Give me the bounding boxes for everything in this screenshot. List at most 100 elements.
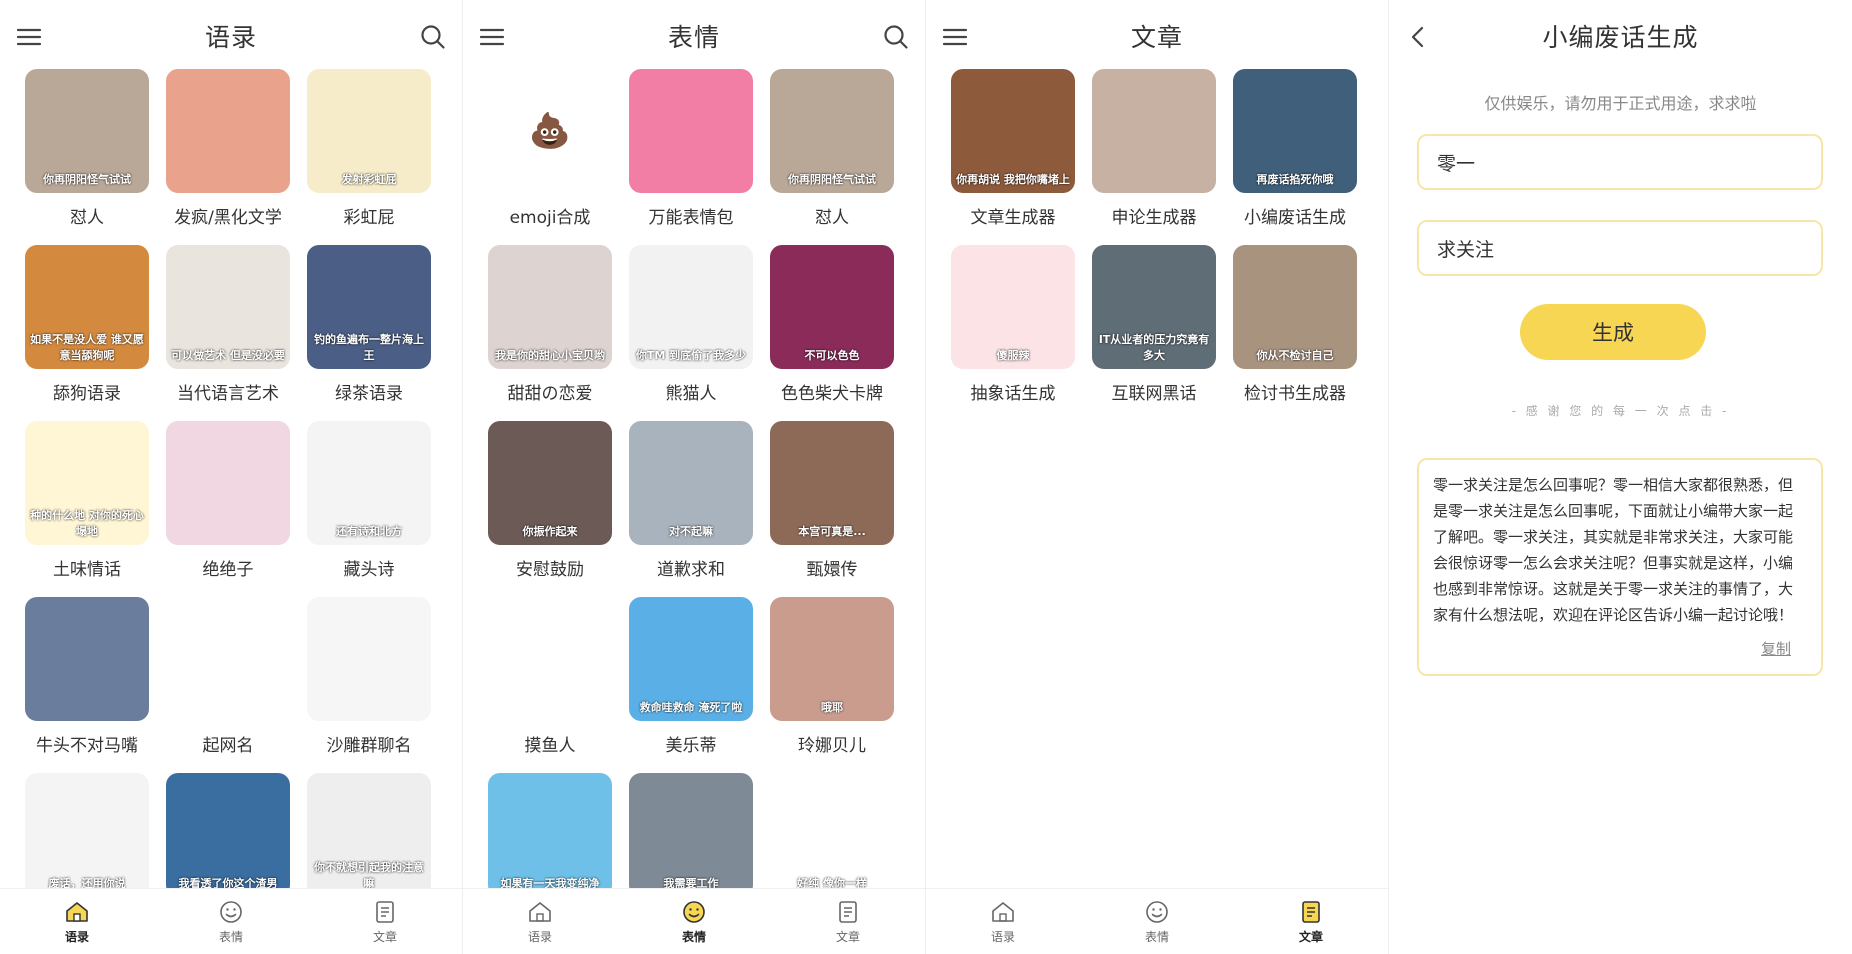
item-label: 文章生成器 (970, 208, 1056, 228)
grid-item[interactable]: 钓的鱼遍布一整片海上王 绿茶语录 (306, 245, 432, 404)
thumbnail-caption: 你TM 到底偷了我多少 (635, 349, 747, 362)
item-label: 彩虹屁 (343, 208, 395, 228)
item-label: 熊猫人 (665, 384, 717, 404)
tab-bar: 语录 表情 文章 (0, 888, 462, 954)
grid-item[interactable]: 你再胡说 我把你嘴堵上文章生成器 (950, 69, 1076, 228)
grid-item[interactable]: 如果有一天我变纯净 (487, 773, 613, 907)
grid-item[interactable]: 绝绝子 (165, 421, 291, 580)
tab-articles[interactable]: 文章 (308, 889, 462, 954)
thumbnail-caption: 我是你的甜心小宝贝哟 (495, 349, 605, 362)
item-thumbnail: 傻服辣 (951, 245, 1075, 369)
grid-item[interactable]: 发疯/黑化文学 (165, 69, 291, 228)
item-label: 玲娜贝儿 (798, 736, 866, 756)
grid-item[interactable]: 你TM 到底偷了我多少熊猫人 (628, 245, 754, 404)
item-thumbnail (307, 597, 431, 721)
smiley-icon (220, 900, 242, 923)
item-label: 绿茶语录 (335, 384, 403, 404)
subject-input[interactable] (1417, 134, 1823, 190)
grid-item[interactable]: 发射彩虹屁 彩虹屁 (306, 69, 432, 228)
back-arrow-icon[interactable] (1403, 22, 1433, 52)
search-icon[interactable] (418, 22, 448, 52)
grid-item[interactable]: 💩 emoji合成 (487, 69, 613, 228)
thumbnail-caption: 再废话掐死你哦 (1256, 173, 1334, 186)
grid-item[interactable]: 牛头不对马嘴 (24, 597, 150, 756)
grid-item[interactable]: 我需要工作 (628, 773, 754, 907)
item-label: 甄嬛传 (806, 560, 858, 580)
grid-item[interactable]: 本宫可真是... 甄嬛传 (769, 421, 895, 580)
item-thumbnail: 本宫可真是... (770, 421, 894, 545)
top-bar: 小编废话生成 (1389, 0, 1852, 72)
menu-icon[interactable] (14, 22, 44, 52)
item-label: 藏头诗 (343, 560, 395, 580)
tab-articles[interactable]: 文章 (771, 889, 925, 954)
page-title: 表情 (667, 23, 720, 52)
grid-item[interactable]: 好纯 像你一样 (769, 773, 895, 907)
grid-item[interactable]: 救命哇救命 淹死了啦 美乐蒂 (628, 597, 754, 756)
grid-item[interactable]: 你从不检讨自己检讨书生成器 (1232, 245, 1358, 404)
item-thumbnail: 你再阴阳怪气试试 (25, 69, 149, 193)
result-text: 零一求关注是怎么回事呢？零一相信大家都很熟悉，但是零一求关注是怎么回事呢，下面就… (1433, 476, 1794, 624)
item-label: 摸鱼人 (524, 736, 576, 756)
grid-item[interactable]: 如果不是没人爱 谁又愿意当舔狗呢 舔狗语录 (24, 245, 150, 404)
tab-stickers[interactable]: 表情 (154, 889, 308, 954)
grid-item[interactable]: 起网名 (165, 597, 291, 756)
grid-item[interactable]: 可以做艺术 但是没必要 当代语言艺术 (165, 245, 291, 404)
thumbnail-caption: 你再阴阳怪气试试 (788, 173, 876, 186)
item-thumbnail: 哦耶 (770, 597, 894, 721)
grid-item[interactable]: 哦耶 玲娜贝儿 (769, 597, 895, 756)
tab-quotes[interactable]: 语录 (926, 889, 1080, 954)
thumbnail-caption: 傻服辣 (996, 349, 1030, 362)
item-thumbnail: 我看透了你这个渣男 (166, 773, 290, 897)
grid-item[interactable]: 还有诗和北方 藏头诗 (306, 421, 432, 580)
generate-button[interactable]: 生成 (1520, 304, 1706, 360)
result-box: 零一求关注是怎么回事呢？零一相信大家都很熟悉，但是零一求关注是怎么回事呢，下面就… (1417, 458, 1823, 676)
top-bar: 文章 (926, 0, 1388, 72)
tab-quotes[interactable]: 语录 (463, 889, 617, 954)
page-title: 语录 (204, 23, 257, 52)
app-stage: 语录 你再阴阳怪气试试 怼人 发疯/黑化文学 发射彩虹屁 彩虹屁 如果不是没人爱 谁又愿意… (0, 0, 1852, 954)
grid-item[interactable]: 我看透了你这个渣男 (165, 773, 291, 907)
tab-stickers[interactable]: 表情 (1080, 889, 1234, 954)
tab-label: 文章 (835, 929, 860, 944)
grid-item[interactable]: 摸鱼人 (487, 597, 613, 756)
grid-item[interactable]: 废话，还用你说 (24, 773, 150, 907)
grid-item[interactable]: 不可以色色 色色柴犬卡牌 (769, 245, 895, 404)
grid-item[interactable]: 沙雕群聊名 (306, 597, 432, 756)
item-thumbnail: 你再阴阳怪气试试 (770, 69, 894, 193)
item-thumbnail: 你从不检讨自己 (1233, 245, 1357, 369)
grid-item[interactable]: 你不就想引起我的注意嘛 (306, 773, 432, 907)
tab-stickers[interactable]: 表情 (617, 889, 771, 954)
home-icon (529, 901, 551, 922)
document-icon (839, 900, 857, 923)
grid-item[interactable]: 你振作起来 安慰鼓励 (487, 421, 613, 580)
grid-item[interactable]: 申论生成器 (1091, 69, 1217, 228)
event-input[interactable] (1417, 220, 1823, 276)
tab-quotes[interactable]: 语录 (0, 889, 154, 954)
menu-icon[interactable] (477, 22, 507, 52)
item-thumbnail: 对不起嘛 (629, 421, 753, 545)
grid-item[interactable]: 万能表情包 (628, 69, 754, 228)
top-bar: 表情 (463, 0, 925, 72)
grid-item[interactable]: IT从业者的压力究竟有多大 互联网黑话 (1091, 245, 1217, 404)
item-label: 道歉求和 (657, 560, 725, 580)
grid-item[interactable]: 傻服辣 抽象话生成 (950, 245, 1076, 404)
copy-link[interactable]: 复制 (1761, 636, 1791, 662)
thumbnail-caption: 对不起嘛 (669, 525, 713, 538)
item-label: 申论生成器 (1111, 208, 1197, 228)
tab-articles[interactable]: 文章 (1234, 889, 1388, 954)
grid-item[interactable]: 我是你的甜心小宝贝哟甜甜の恋爱 (487, 245, 613, 404)
thumbnail-caption: 本宫可真是... (798, 525, 866, 538)
stickers-panel: 表情 💩 emoji合成 万能表情包 你再阴阳怪气试试 怼人我是你的甜心小宝贝哟甜甜の恋… (463, 0, 926, 954)
grid-item[interactable]: 你再阴阳怪气试试 怼人 (769, 69, 895, 228)
item-thumbnail: 你再胡说 我把你嘴堵上 (951, 69, 1075, 193)
item-label: 检讨书生成器 (1244, 384, 1346, 404)
item-label: 甜甜の恋爱 (507, 384, 593, 404)
tab-label: 语录 (64, 929, 89, 944)
grid-item[interactable]: 再废话掐死你哦 小编废话生成 (1232, 69, 1358, 228)
search-icon[interactable] (881, 22, 911, 52)
tab-label: 表情 (1144, 929, 1169, 944)
grid-item[interactable]: 对不起嘛 道歉求和 (628, 421, 754, 580)
menu-icon[interactable] (940, 22, 970, 52)
grid-item[interactable]: 你再阴阳怪气试试 怼人 (24, 69, 150, 228)
grid-item[interactable]: 种的什么地 对你的死心塌地 土味情话 (24, 421, 150, 580)
